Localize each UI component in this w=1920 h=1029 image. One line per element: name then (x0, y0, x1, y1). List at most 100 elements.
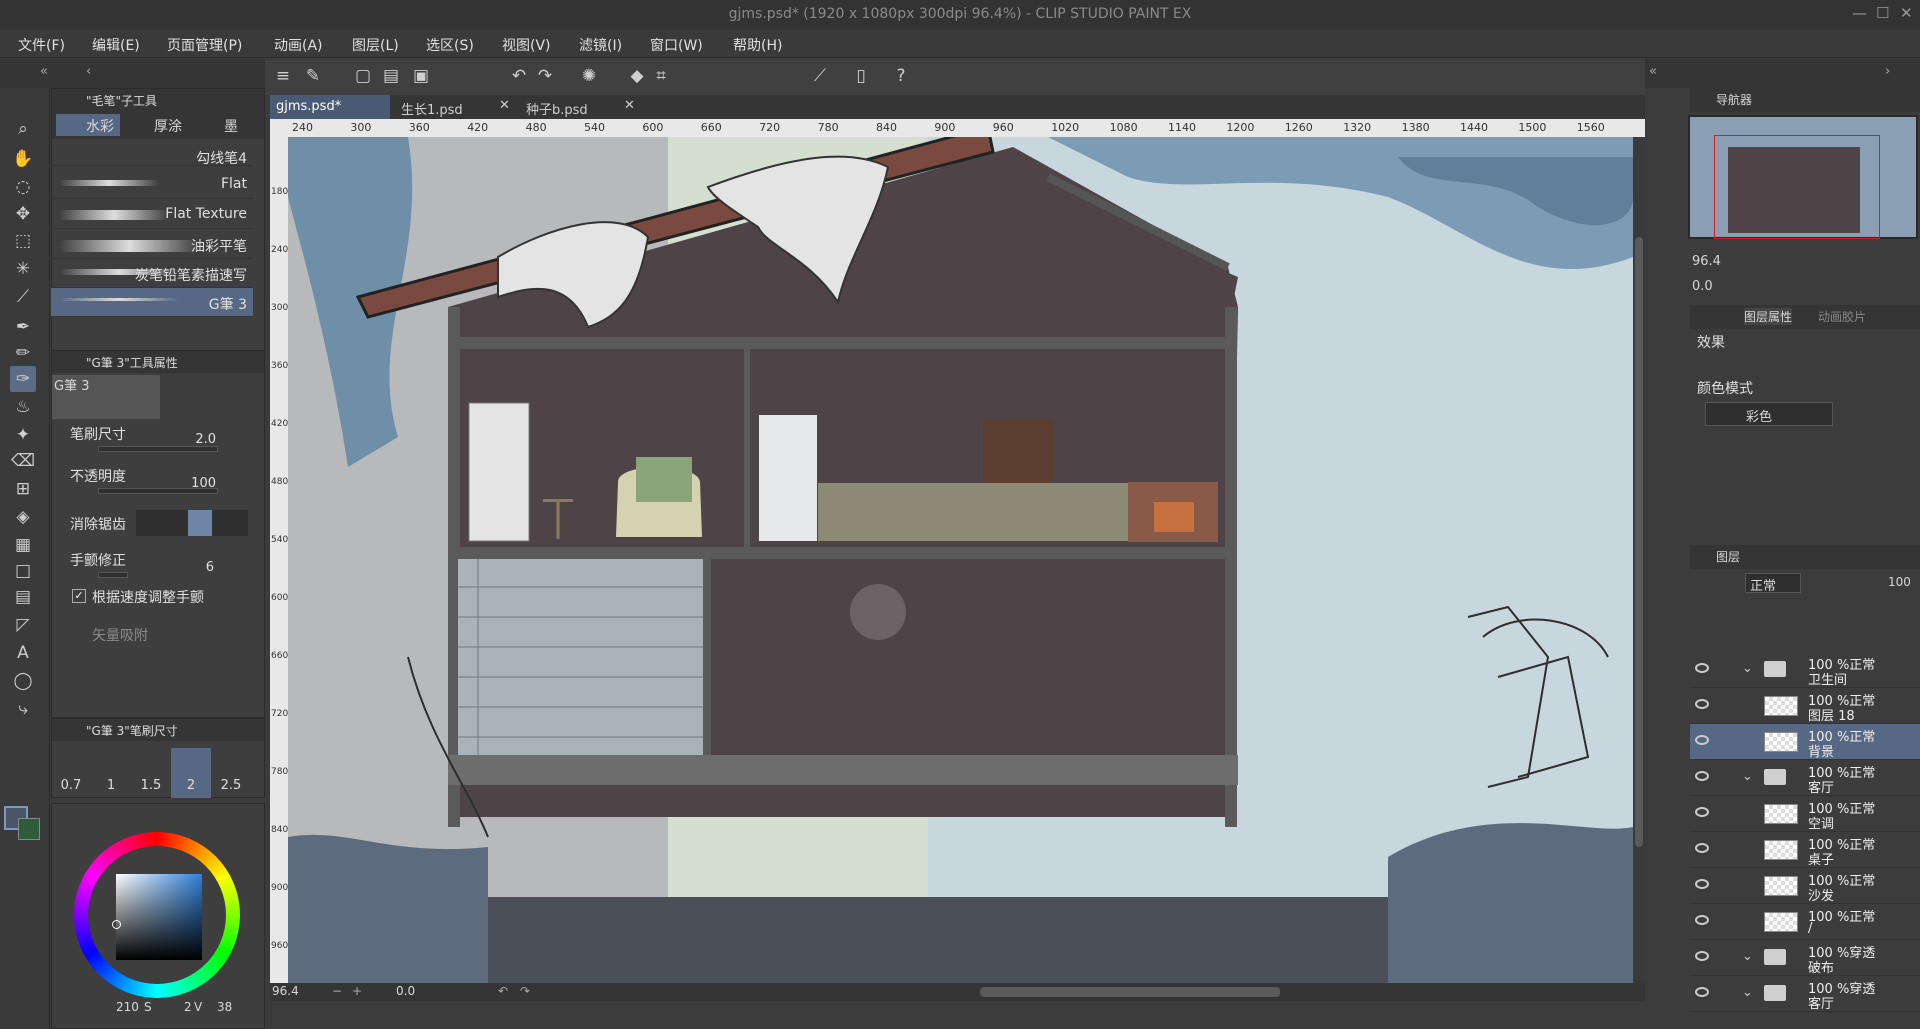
eye-icon[interactable] (1695, 915, 1709, 925)
color-picker-cursor[interactable] (112, 920, 121, 929)
tab-ink[interactable]: 墨 (192, 114, 256, 136)
size-cell[interactable]: 2.5 (211, 748, 251, 798)
layer-row[interactable]: 100 %正常 图层 18 (1690, 688, 1920, 724)
speed-checkbox[interactable]: ✓ (72, 589, 86, 603)
size-cell[interactable]: 1 (91, 748, 131, 798)
opacity-slider[interactable] (98, 488, 218, 494)
eye-icon[interactable] (1695, 951, 1709, 961)
stabilization-value[interactable]: 6 (190, 560, 214, 575)
menu-icon[interactable]: ≡ (271, 64, 295, 88)
eye-icon[interactable] (1695, 879, 1709, 889)
chevron-down-icon[interactable]: ⌄ (1742, 661, 1753, 676)
fill-tool-icon[interactable]: ◈ (10, 504, 36, 530)
device-icon[interactable]: ▯ (849, 64, 873, 88)
eraser-icon[interactable]: ⌫ (10, 448, 36, 474)
eyedropper-icon[interactable]: ⟋ (10, 284, 36, 310)
eye-icon[interactable] (1695, 699, 1709, 709)
size-cell[interactable]: 1.5 (131, 748, 171, 798)
size-value[interactable]: 2.0 (180, 432, 216, 447)
fill-icon[interactable]: ◆ (625, 64, 649, 88)
move-tool-icon[interactable]: ✥ (10, 201, 36, 227)
select-tool-icon[interactable]: ⬚ (10, 228, 36, 254)
close-tab-icon[interactable]: ✕ (499, 98, 510, 113)
eye-icon[interactable] (1695, 663, 1709, 673)
eye-icon[interactable] (1695, 807, 1709, 817)
menu-view[interactable]: 视图(V) (502, 35, 551, 55)
tab-gjms[interactable]: gjms.psd* (270, 95, 390, 119)
menu-select[interactable]: 选区(S) (426, 35, 474, 55)
nav-zoom-readout[interactable]: 96.4 (1692, 254, 1721, 269)
eye-icon[interactable] (1695, 843, 1709, 853)
menu-animation[interactable]: 动画(A) (274, 35, 323, 55)
decoration-icon[interactable]: ✦ (10, 422, 36, 448)
vertical-scrollbar[interactable] (1633, 137, 1645, 983)
close-tab-icon[interactable]: ✕ (624, 98, 635, 113)
ruler-icon[interactable]: ⟋ (808, 64, 832, 88)
brush-item[interactable]: Flat Texture (51, 200, 253, 229)
correct-line-icon[interactable]: ⤷ (10, 696, 36, 722)
help-icon[interactable]: ? (889, 64, 913, 88)
brush-tool-icon[interactable]: ✑ (10, 366, 36, 392)
layer-opacity-value[interactable]: 100 (1888, 575, 1911, 589)
menu-window[interactable]: 窗口(W) (650, 35, 703, 55)
new-file-icon[interactable]: ▢ (351, 64, 375, 88)
open-icon[interactable]: ▤ (379, 64, 403, 88)
ruler-tool-icon[interactable]: ◸ (10, 612, 36, 638)
tab-growth[interactable]: 生长1.psd ✕ (395, 95, 515, 119)
balloon-icon[interactable]: ◯ (10, 668, 36, 694)
horizontal-scrollbar[interactable] (980, 987, 1280, 997)
menu-page[interactable]: 页面管理(P) (167, 35, 242, 55)
brush-item[interactable]: Flat (51, 170, 253, 199)
menu-help[interactable]: 帮助(H) (733, 35, 782, 55)
tab-thick-paint[interactable]: 厚涂 (124, 114, 188, 136)
menu-layer[interactable]: 图层(L) (352, 35, 399, 55)
layer-row[interactable]: ⌄ 100 %穿透 客厅 (1690, 976, 1920, 1012)
layer-row[interactable]: 100 %正常 空调 (1690, 796, 1920, 832)
loading-icon[interactable]: ✺ (577, 64, 601, 88)
minimize-icon[interactable]: — (1852, 4, 1867, 22)
zoom-tool-icon[interactable]: ⌕ (10, 116, 36, 142)
animation-cel-tab[interactable]: 动画胶片 (1818, 308, 1866, 325)
layer-row[interactable]: 100 %正常 / (1690, 904, 1920, 940)
figure-icon[interactable]: □ (10, 558, 36, 584)
layer-property-title[interactable]: 图层属性 (1744, 308, 1793, 325)
blend-icon[interactable]: ⊞ (10, 476, 36, 502)
frame-icon[interactable]: ▤ (10, 584, 36, 610)
rotate-left-icon[interactable]: ↶ (498, 984, 508, 998)
undo-icon[interactable]: ↶ (507, 64, 531, 88)
pencil-tool-icon[interactable]: ✏ (10, 340, 36, 366)
zoom-readout[interactable]: 96.4 (272, 984, 299, 998)
text-tool-icon[interactable]: A (10, 640, 36, 666)
canvas[interactable] (288, 137, 1633, 984)
stabilization-slider[interactable] (98, 572, 128, 578)
color-mode-select[interactable]: 彩色 (1705, 402, 1833, 426)
tab-seed[interactable]: 种子b.psd ✕ (520, 95, 640, 119)
vertical-scroll-thumb[interactable] (1635, 237, 1643, 847)
gradient-icon[interactable]: ▦ (10, 532, 36, 558)
navigator-preview[interactable] (1688, 115, 1918, 239)
layer-row[interactable]: 100 %正常 背景 (1690, 724, 1920, 760)
chevron-down-icon[interactable]: ⌄ (1742, 949, 1753, 964)
saturation-value-square[interactable] (112, 874, 202, 960)
airbrush-icon[interactable]: ♨ (10, 394, 36, 420)
chevron-down-icon[interactable]: ⌄ (1742, 985, 1753, 1000)
collapse-left-icon[interactable]: « (40, 64, 48, 79)
antialias-selector[interactable] (136, 510, 248, 536)
layer-row[interactable]: 100 %正常 桌子 (1690, 832, 1920, 868)
brush-item-selected[interactable]: G筆 3 (51, 288, 253, 317)
rotate-right-icon[interactable]: ↷ (520, 984, 530, 998)
layer-row[interactable]: ⌄ 100 %穿透 破布 (1690, 940, 1920, 976)
brush-item[interactable]: 油彩平笔 (51, 230, 253, 259)
magic-wand-icon[interactable]: ✳ (10, 256, 36, 282)
zoom-out-icon[interactable]: − (332, 984, 342, 998)
angle-readout[interactable]: 0.0 (396, 984, 415, 998)
layer-row[interactable]: ⌄ 100 %正常 卫生间 (1690, 652, 1920, 688)
chevron-down-icon[interactable]: ⌄ (1742, 769, 1753, 784)
layer-row[interactable]: 100 %正常 沙发 (1690, 868, 1920, 904)
lasso-tool-icon[interactable]: ◌ (10, 174, 36, 200)
sub-color-swatch[interactable] (18, 818, 40, 840)
tab-watercolor[interactable]: 水彩 (56, 114, 120, 136)
close-icon[interactable]: ✕ (1900, 4, 1913, 22)
menu-edit[interactable]: 编辑(E) (92, 35, 140, 55)
collapse-right-icon[interactable]: « (1649, 64, 1657, 79)
